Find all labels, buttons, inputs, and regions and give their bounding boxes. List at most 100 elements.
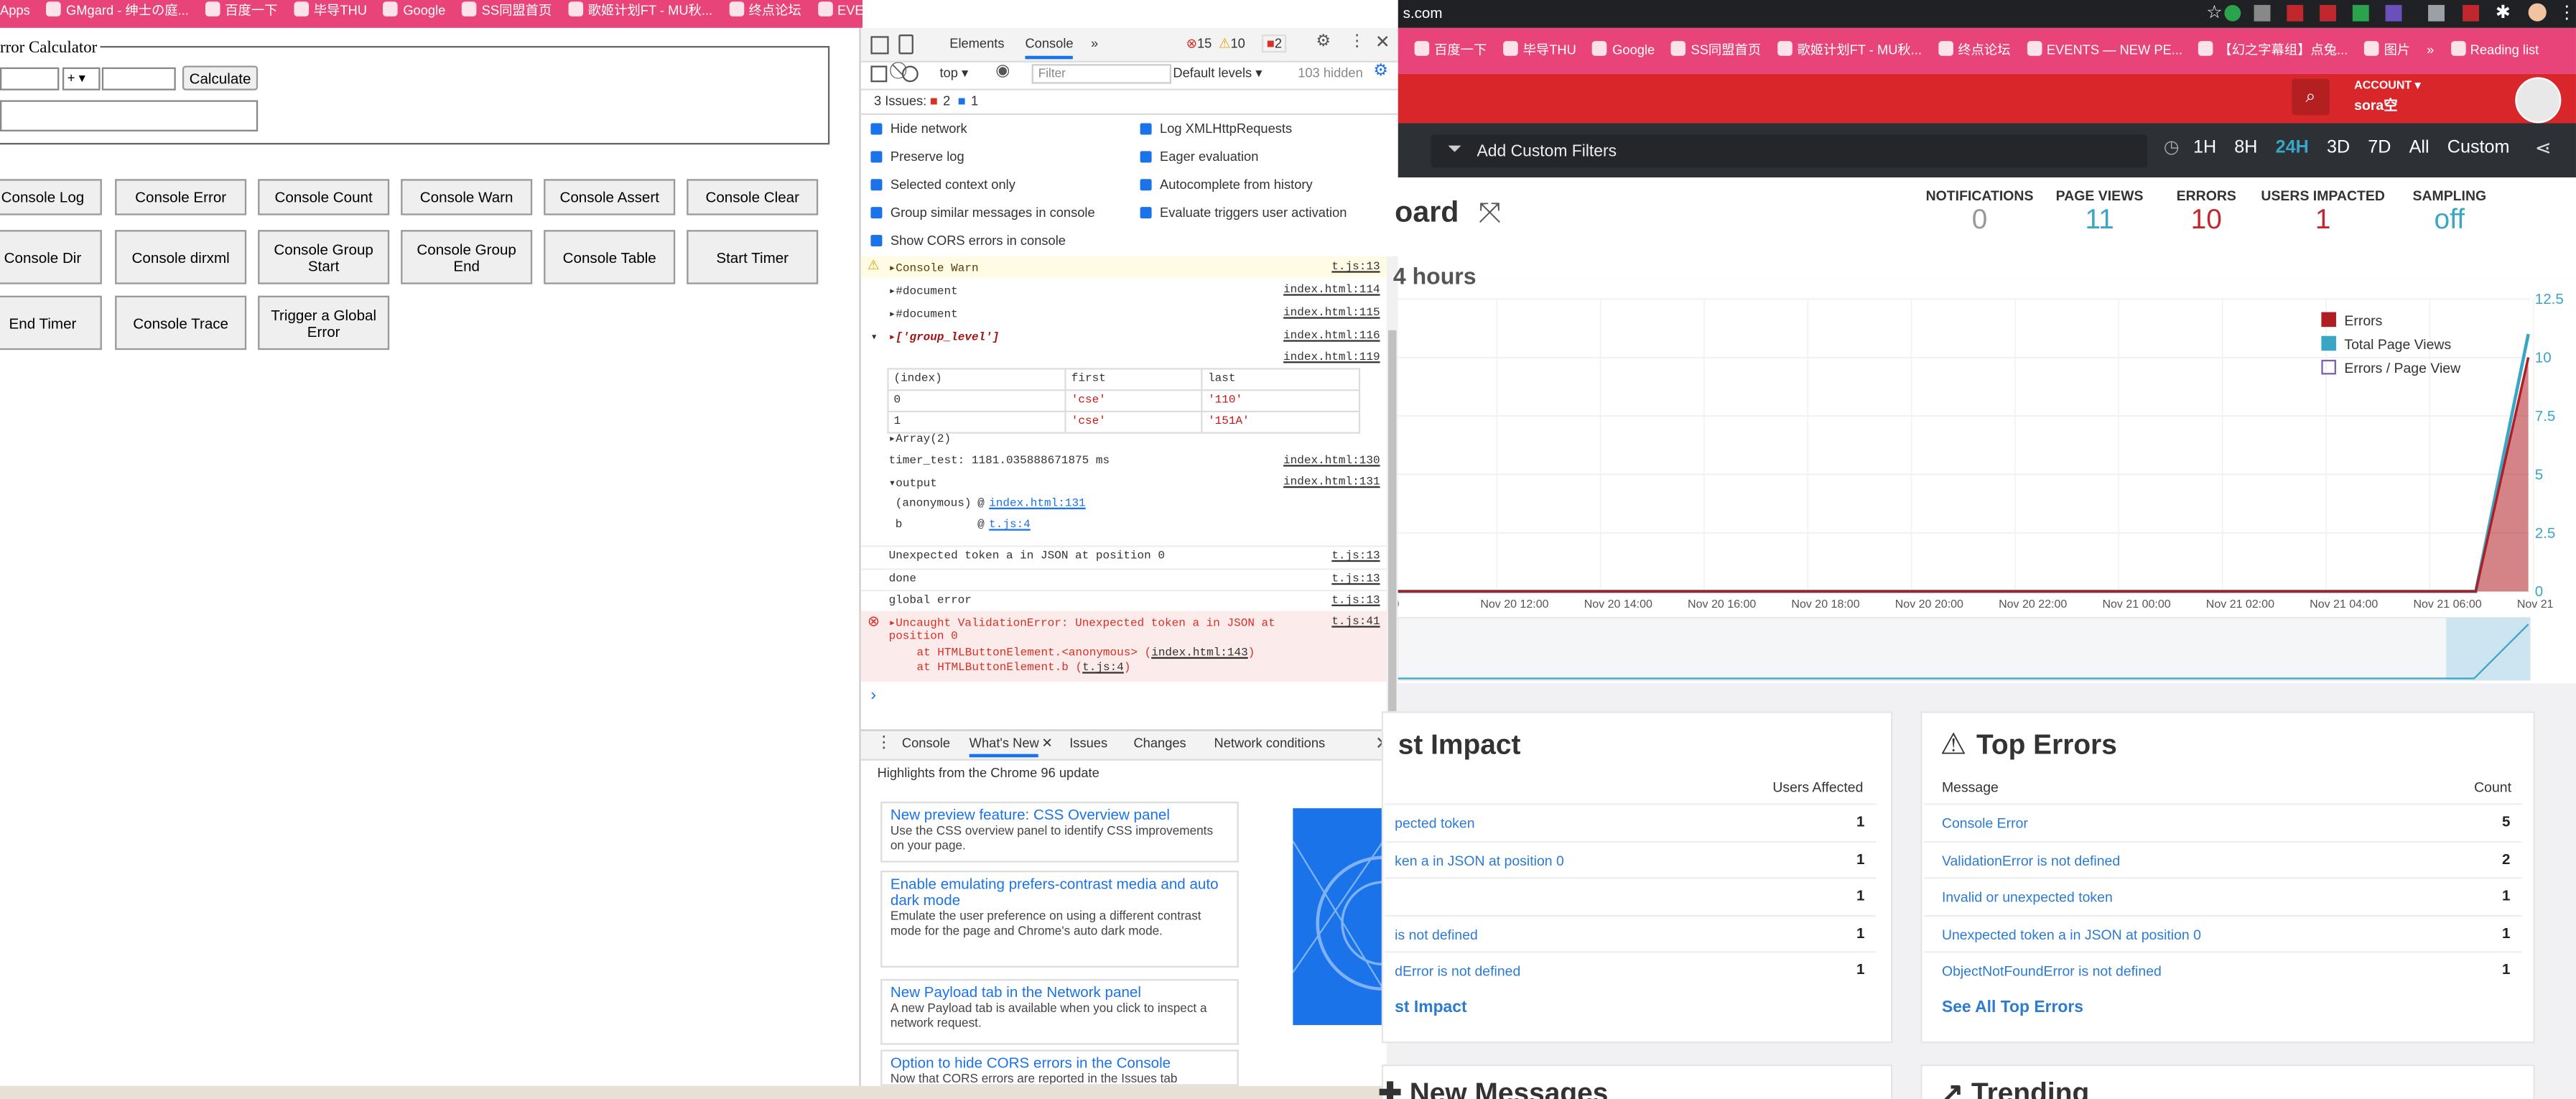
custom-filter-bar[interactable]: ⏷ Add Custom Filters — [1431, 134, 2147, 168]
log-output-source[interactable]: index.html:131 — [1283, 476, 1380, 489]
bookmark-item[interactable]: 图片 — [2364, 40, 2410, 61]
whats-new-card[interactable]: New Payload tab in the Network panel A n… — [880, 979, 1239, 1045]
close-devtools-icon[interactable]: ✕ — [1375, 31, 1390, 52]
bookmark-item[interactable]: Reading list — [2450, 40, 2539, 61]
log-array[interactable]: ▸Array(2) — [889, 432, 952, 447]
table-header[interactable]: first — [1064, 368, 1204, 391]
drawer-tab-changes[interactable]: Changes — [1133, 736, 1186, 751]
issues-row[interactable]: 3 Issues: ■ 2 ■ 1 — [860, 88, 1400, 116]
context-selector[interactable]: top ▾ — [940, 65, 969, 80]
device-toolbar-icon[interactable] — [898, 34, 913, 55]
top-error-row[interactable]: Unexpected token a in JSON at position 0… — [1923, 914, 2522, 952]
url-text[interactable]: s.com — [1403, 5, 1443, 22]
row-message[interactable]: ken a in JSON at position 0 — [1395, 852, 1564, 868]
inspect-icon[interactable] — [870, 36, 889, 55]
log-uncaught[interactable]: ▸Uncaught ValidationError: Unexpected to… — [889, 616, 1275, 631]
whats-new-card[interactable]: Enable emulating prefers-contrast media … — [880, 871, 1239, 968]
console-group-start-button[interactable]: Console Group Start — [258, 230, 390, 284]
operator-select[interactable]: + ▾ — [62, 67, 101, 91]
stat-sampling[interactable]: SAMPLING off — [2400, 187, 2498, 237]
top-error-row[interactable]: ObjectNotFoundError is not defined 1 — [1923, 951, 2522, 989]
legend-label[interactable]: Errors / Page View — [2344, 361, 2461, 376]
drawer-tab-whats-new[interactable]: What's New — [969, 736, 1039, 758]
log-doc1-source[interactable]: index.html:114 — [1283, 284, 1380, 297]
time-range-24h[interactable]: 24H — [2276, 138, 2309, 157]
bookmark-item[interactable]: 毕导THU — [1503, 40, 1576, 61]
bookmark-item[interactable]: Apps — [0, 0, 30, 22]
drawer-tab-issues[interactable]: Issues — [1069, 736, 1107, 751]
console-scroll-thumb[interactable] — [1388, 330, 1397, 725]
fullscreen-icon[interactable]: ⤧ — [1479, 197, 1501, 230]
operand-a-input[interactable] — [0, 67, 60, 91]
console-setting-checkbox[interactable]: Selected context only — [870, 177, 1015, 193]
log-group-source[interactable]: index.html:116 — [1283, 330, 1380, 343]
time-range-all[interactable]: All — [2409, 138, 2429, 157]
navigator-selection[interactable] — [2446, 617, 2530, 680]
bookmark-item[interactable]: 百度一下 — [1414, 40, 1487, 61]
row-message[interactable]: ObjectNotFoundError is not defined — [1942, 963, 2162, 979]
bookmark-item[interactable]: 终点论坛 — [729, 0, 801, 22]
impact-row[interactable]: ken a in JSON at position 0 1 — [1385, 840, 1877, 878]
bookmark-item[interactable]: 【幻之字幕组】点兔... — [2198, 40, 2348, 61]
levels-dropdown[interactable]: Default levels ▾ — [1173, 65, 1262, 80]
top-error-row[interactable]: Console Error 5 — [1923, 803, 2522, 841]
log-doc2[interactable]: ▸#document — [889, 307, 958, 322]
trigger-global-error-button[interactable]: Trigger a Global Error — [258, 295, 390, 351]
console-setting-checkbox[interactable]: Hide network — [870, 121, 967, 136]
console-setting-checkbox[interactable]: Eager evaluation — [1140, 149, 1258, 164]
card-title[interactable]: Option to hide CORS errors in the Consol… — [891, 1054, 1229, 1071]
grammarly-icon[interactable] — [2224, 4, 2241, 22]
console-settings-gear-icon[interactable]: ⚙ — [1373, 62, 1388, 80]
bookmark-item[interactable]: EVENTS — NEW PE... — [817, 0, 862, 22]
stack-link[interactable]: t.js:4 — [1082, 662, 1124, 675]
more-tabs-icon[interactable]: » — [1091, 36, 1098, 51]
row-message[interactable]: is not defined — [1395, 926, 1478, 942]
log-group-label[interactable]: ▸['group_level'] — [889, 330, 1000, 345]
impact-row[interactable]: 1 — [1385, 877, 1877, 915]
log-doc2-source[interactable]: index.html:115 — [1283, 307, 1380, 320]
table-header[interactable]: last — [1201, 368, 1361, 391]
issues-counter[interactable]: ■2 — [1261, 34, 1287, 53]
star-icon[interactable]: ☆ — [2206, 1, 2223, 23]
stat-users-impacted[interactable]: USERS IMPACTED 1 — [2249, 187, 2397, 237]
console-error-button[interactable]: Console Error — [115, 179, 247, 215]
whats-new-card[interactable]: New preview feature: CSS Overview panel … — [880, 802, 1239, 863]
console-dirxml-button[interactable]: Console dirxml — [115, 230, 247, 284]
log-uncaught-source[interactable]: t.js:41 — [1331, 616, 1380, 629]
row-message[interactable]: Invalid or unexpected token — [1942, 889, 2113, 905]
card-title[interactable]: New Payload tab in the Network panel — [891, 984, 1229, 1001]
stat-errors[interactable]: ERRORS 10 — [2157, 187, 2256, 237]
search-icon[interactable]: ⌕ — [2292, 78, 2330, 116]
drawer-tab-close-icon[interactable]: ✕ — [1041, 736, 1052, 751]
log-done-source[interactable]: t.js:13 — [1331, 573, 1380, 586]
operand-b-input[interactable] — [101, 67, 176, 91]
share-icon[interactable]: ⋖ — [2535, 136, 2552, 159]
drawer-menu-icon[interactable]: ⋮ — [875, 734, 892, 752]
group-expand-icon[interactable]: ▾ — [870, 330, 878, 345]
table-header[interactable]: (index) — [887, 368, 1066, 391]
result-field[interactable] — [0, 100, 259, 131]
tab-console[interactable]: Console — [1025, 36, 1074, 60]
drawer-tab-console[interactable]: Console — [902, 736, 950, 751]
log-doc1[interactable]: ▸#document — [889, 284, 958, 299]
extension-icon[interactable] — [2352, 4, 2369, 22]
bookmark-item[interactable]: Google — [383, 0, 445, 22]
extension-icon[interactable] — [2254, 4, 2271, 22]
log-unexpected-source[interactable]: t.js:13 — [1331, 550, 1380, 563]
see-all-top-errors-link[interactable]: See All Top Errors — [1942, 998, 2083, 1016]
card-title[interactable]: New preview feature: CSS Overview panel — [891, 807, 1229, 823]
pdf-extension-icon[interactable] — [2287, 4, 2304, 22]
time-range-3d[interactable]: 3D — [2327, 138, 2350, 157]
bookmark-item[interactable]: 百度一下 — [205, 0, 277, 22]
filter-input[interactable]: Filter — [1031, 64, 1172, 84]
legend-label[interactable]: Total Page Views — [2344, 337, 2451, 353]
start-timer-button[interactable]: Start Timer — [687, 230, 819, 284]
console-assert-button[interactable]: Console Assert — [544, 179, 676, 215]
row-message[interactable]: Unexpected token a in JSON at position 0 — [1942, 926, 2201, 942]
console-scrollbar[interactable] — [1386, 256, 1398, 733]
console-setting-checkbox[interactable]: Log XMLHttpRequests — [1140, 121, 1292, 136]
bookmark-item[interactable]: EVENTS — NEW PE... — [2027, 40, 2182, 61]
bookmark-item[interactable]: 终点论坛 — [1938, 40, 2011, 61]
time-range-7d[interactable]: 7D — [2368, 138, 2391, 157]
log-table-source[interactable]: index.html:119 — [1283, 351, 1380, 364]
